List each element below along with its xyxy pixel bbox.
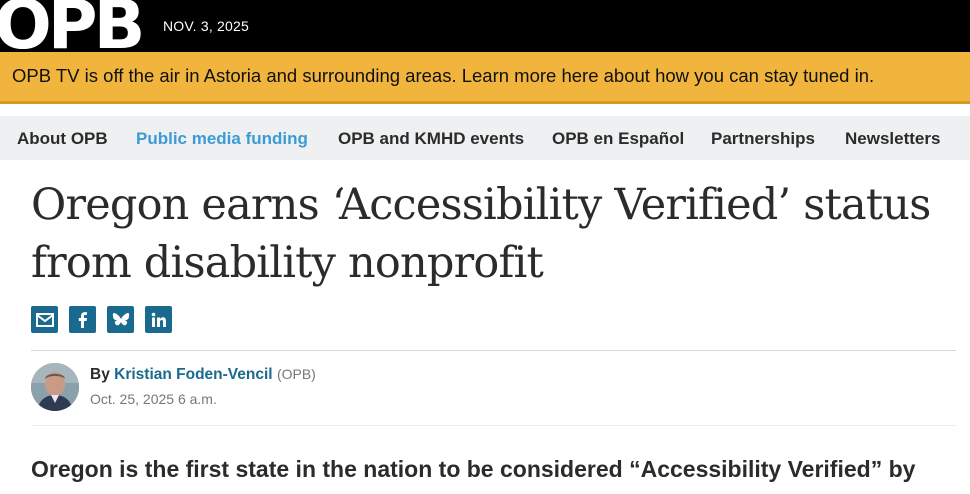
article-title: Oregon earns ‘Accessibility Verified’ st… (31, 180, 931, 288)
nav-item-public-media-funding[interactable]: Public media funding (136, 129, 308, 149)
bluesky-icon (112, 312, 129, 325)
author-link[interactable]: Kristian Foden-Vencil (114, 366, 272, 383)
header-date: NOV. 3, 2025 (163, 18, 249, 34)
nav-item-about-opb[interactable]: About OPB (17, 129, 108, 149)
share-buttons (31, 306, 172, 333)
alert-banner[interactable]: OPB TV is off the air in Astoria and sur… (0, 52, 970, 104)
site-header: OPB NOV. 3, 2025 (0, 0, 970, 60)
author-org: (OPB) (276, 366, 316, 382)
nav-item-espanol[interactable]: OPB en Español (552, 129, 684, 149)
author-avatar[interactable] (31, 363, 79, 411)
publish-date: Oct. 25, 2025 6 a.m. (90, 391, 217, 407)
nav-item-newsletters[interactable]: Newsletters (845, 129, 940, 149)
divider-light (31, 425, 956, 426)
byline: By Kristian Foden-Vencil (OPB) (90, 366, 316, 384)
share-bluesky-button[interactable] (107, 306, 134, 333)
nav-item-partnerships[interactable]: Partnerships (711, 129, 815, 149)
linkedin-icon (151, 312, 166, 327)
email-icon (35, 312, 54, 327)
article-lede: Oregon is the first state in the nation … (31, 456, 916, 482)
divider (31, 350, 956, 351)
share-email-button[interactable] (31, 306, 58, 333)
share-linkedin-button[interactable] (145, 306, 172, 333)
facebook-icon (78, 311, 87, 328)
alert-text[interactable]: OPB TV is off the air in Astoria and sur… (12, 65, 874, 87)
share-facebook-button[interactable] (69, 306, 96, 333)
nav-item-events[interactable]: OPB and KMHD events (338, 129, 524, 149)
byline-by: By (90, 366, 110, 383)
opb-logo[interactable]: OPB (0, 0, 145, 60)
nav-bar: About OPB Public media funding OPB and K… (0, 116, 970, 160)
